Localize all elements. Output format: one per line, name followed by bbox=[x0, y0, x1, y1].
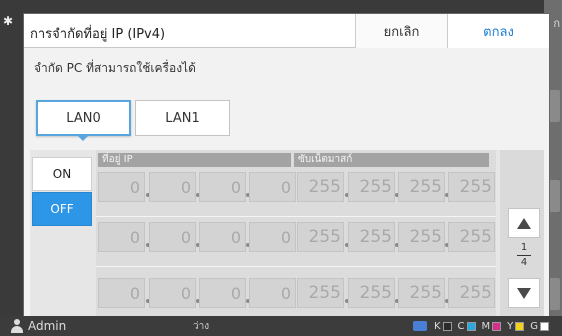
cancel-button[interactable]: ยกเลิก bbox=[355, 14, 447, 48]
ip-octet-field[interactable]: 0 bbox=[199, 278, 246, 308]
ip-octet-field[interactable]: 0 bbox=[249, 172, 296, 202]
ink-swatch bbox=[442, 321, 452, 331]
ok-button[interactable]: ตกลง bbox=[447, 14, 549, 48]
mask-octet-field[interactable]: 255 bbox=[297, 172, 344, 202]
row-divider bbox=[96, 216, 496, 217]
mask-octet-field[interactable]: 255 bbox=[398, 278, 445, 308]
subnet-mask-header: ซับเน็ตมาสก์ bbox=[294, 153, 489, 167]
mask-octet-field[interactable]: 255 bbox=[348, 222, 395, 252]
toggle-on-button[interactable]: ON bbox=[32, 157, 92, 191]
arrow-up-icon bbox=[517, 217, 531, 229]
ip-octet-field[interactable]: 0 bbox=[98, 222, 145, 252]
tab-lan0[interactable]: LAN0 bbox=[36, 100, 131, 136]
scroll-up-button[interactable] bbox=[508, 208, 540, 238]
arrow-down-icon bbox=[517, 287, 531, 299]
ip-octet-field[interactable]: 0 bbox=[249, 278, 296, 308]
ip-octet-field[interactable]: 0 bbox=[249, 222, 296, 252]
mask-octet-field[interactable]: 255 bbox=[448, 172, 495, 202]
ip-address-header: ที่อยู่ IP bbox=[98, 153, 291, 167]
table-row: 0 0 0 0 255 255 255 255 bbox=[96, 278, 496, 316]
screen: ✱ ก การจำกัดที่อยู่ IP (IPv4) ยกเลิก ตกล… bbox=[0, 0, 562, 336]
dialog-header: การจำกัดที่อยู่ IP (IPv4) ยกเลิก ตกลง bbox=[24, 14, 549, 48]
ink-c: C bbox=[458, 321, 476, 332]
scroll-down-button[interactable] bbox=[508, 278, 540, 308]
ip-octet-field[interactable]: 0 bbox=[149, 222, 196, 252]
page-indicator: 1 4 bbox=[510, 242, 538, 269]
mask-octet-field[interactable]: 255 bbox=[297, 278, 344, 308]
user-info[interactable]: Admin bbox=[10, 319, 66, 333]
table-row: 0 0 0 0 255 255 255 255 bbox=[96, 222, 496, 260]
row-divider bbox=[96, 266, 496, 267]
mask-octet-field[interactable]: 255 bbox=[398, 222, 445, 252]
network-icon bbox=[412, 321, 427, 331]
page-current: 1 bbox=[520, 242, 528, 253]
ink-y: Y bbox=[507, 321, 525, 332]
ink-k: K bbox=[434, 321, 452, 332]
settings-panel: ON OFF ที่อยู่ IP ซับเน็ตมาสก์ 0 0 0 0 2… bbox=[30, 150, 544, 320]
ip-octet-field[interactable]: 0 bbox=[98, 278, 145, 308]
ink-swatch bbox=[492, 321, 502, 331]
toggle-off-button[interactable]: OFF bbox=[32, 192, 92, 226]
status-bar: Admin ว่าง K C M Y G bbox=[0, 316, 562, 336]
tab-lan1[interactable]: LAN1 bbox=[135, 100, 230, 136]
ink-levels: K C M Y G bbox=[412, 321, 552, 332]
page-divider bbox=[517, 255, 531, 256]
mask-octet-field[interactable]: 255 bbox=[448, 222, 495, 252]
status-text: ว่าง bbox=[193, 320, 210, 332]
user-icon bbox=[10, 319, 24, 333]
ip-octet-field[interactable]: 0 bbox=[149, 172, 196, 202]
ip-octet-field[interactable]: 0 bbox=[149, 278, 196, 308]
ip-grid: ที่อยู่ IP ซับเน็ตมาสก์ 0 0 0 0 255 255 … bbox=[96, 150, 496, 320]
page-total: 4 bbox=[520, 257, 528, 268]
ink-swatch bbox=[515, 321, 525, 331]
table-row: 0 0 0 0 255 255 255 255 bbox=[96, 172, 496, 210]
mask-octet-field[interactable]: 255 bbox=[348, 172, 395, 202]
ip-octet-field[interactable]: 0 bbox=[199, 172, 246, 202]
ink-swatch bbox=[466, 321, 476, 331]
mask-octet-field[interactable]: 255 bbox=[297, 222, 344, 252]
ip-octet-field[interactable]: 0 bbox=[98, 172, 145, 202]
mask-octet-field[interactable]: 255 bbox=[448, 278, 495, 308]
settings-gear-icon[interactable]: ✱ bbox=[3, 14, 17, 28]
user-name: Admin bbox=[28, 319, 67, 333]
ip-restriction-dialog: การจำกัดที่อยู่ IP (IPv4) ยกเลิก ตกลง จำ… bbox=[24, 14, 549, 320]
tab-pointer-icon bbox=[76, 134, 90, 141]
ink-swatch bbox=[540, 321, 549, 331]
dialog-title: การจำกัดที่อยู่ IP (IPv4) bbox=[30, 27, 166, 42]
ink-g: G bbox=[530, 321, 549, 332]
dialog-subtitle: จำกัด PC ที่สามารถใช้เครื่องได้ bbox=[34, 61, 196, 75]
scroll-controls: 1 4 bbox=[500, 150, 544, 320]
background-right-text: ก bbox=[553, 17, 560, 30]
mask-octet-field[interactable]: 255 bbox=[348, 278, 395, 308]
ink-m: M bbox=[482, 321, 502, 332]
mask-octet-field[interactable]: 255 bbox=[398, 172, 445, 202]
ip-octet-field[interactable]: 0 bbox=[199, 222, 246, 252]
